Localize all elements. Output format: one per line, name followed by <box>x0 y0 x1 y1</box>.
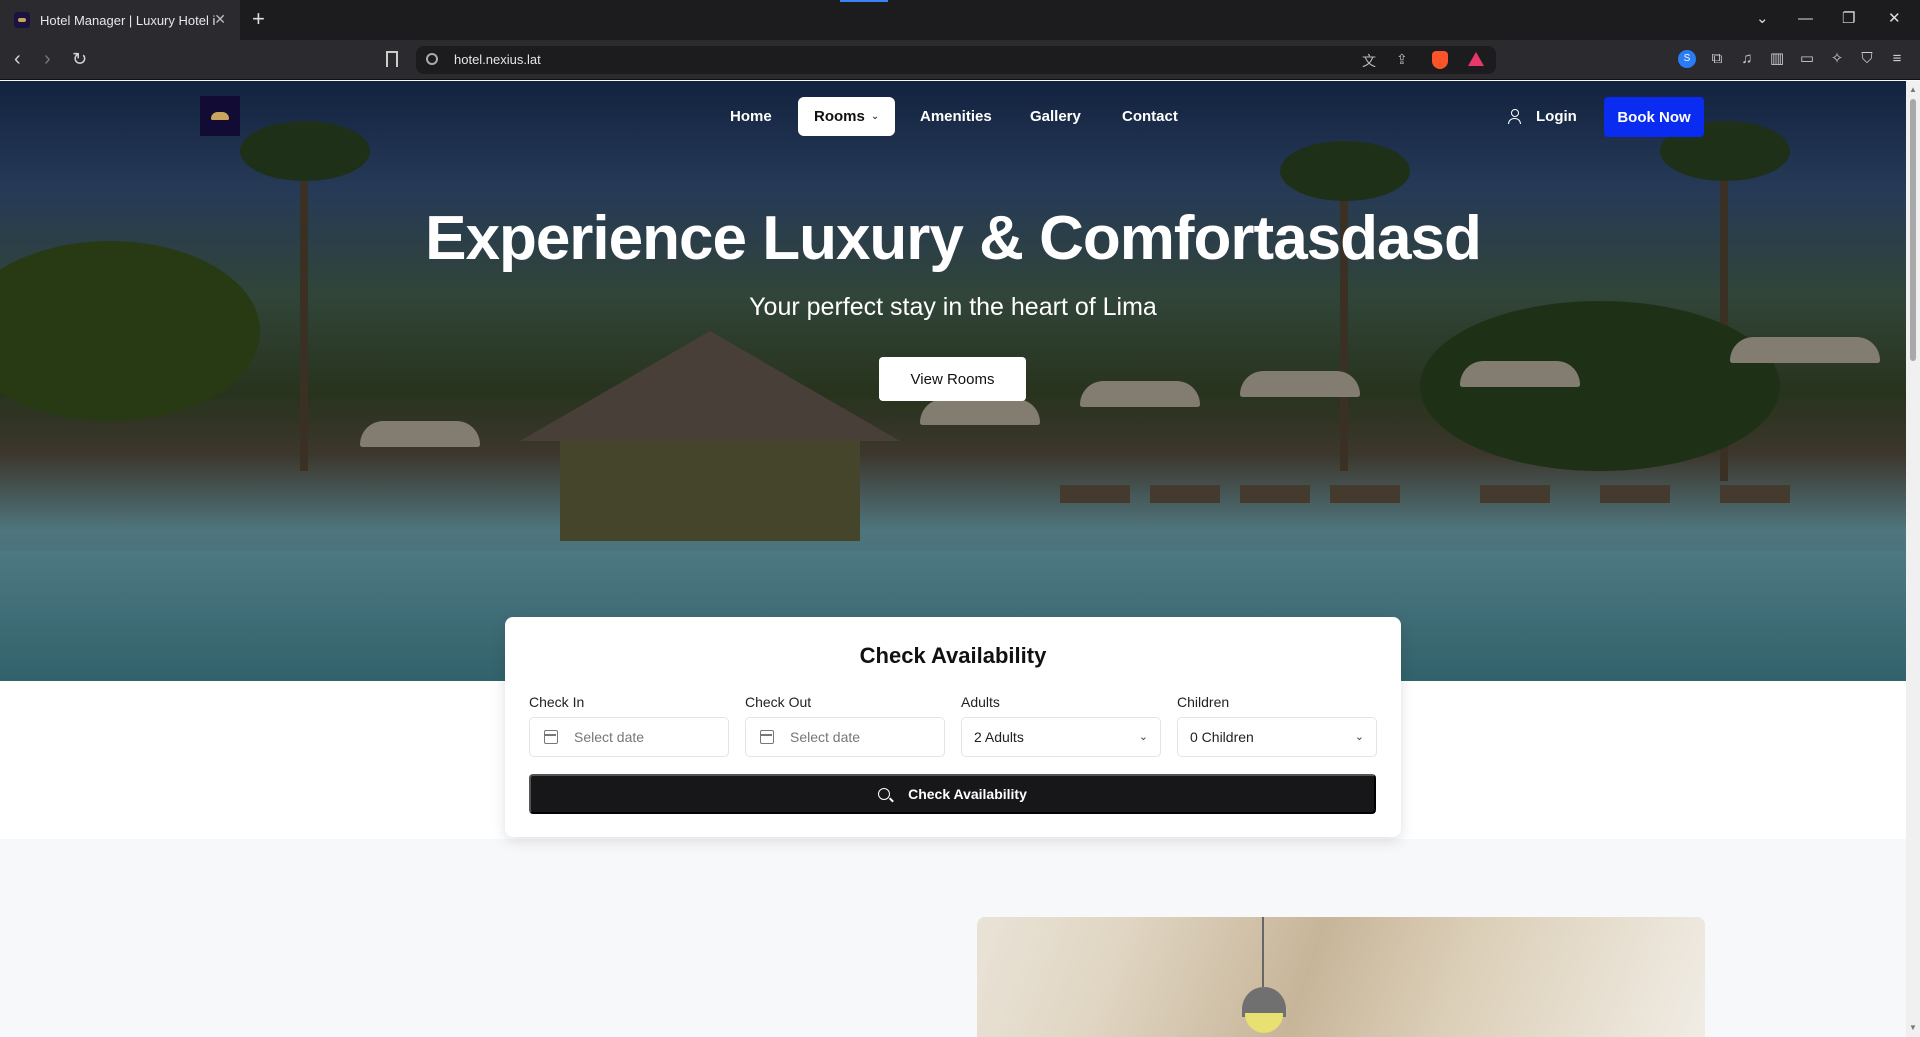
view-rooms-button[interactable]: View Rooms <box>879 357 1026 401</box>
check-availability-button[interactable]: Check Availability <box>529 774 1376 814</box>
nav-rooms-label: Rooms <box>814 108 865 125</box>
adults-select[interactable]: 2 Adults ⌄ <box>961 717 1161 757</box>
nav-contact[interactable]: Contact <box>1106 97 1194 136</box>
sidebar-icon[interactable]: ▥ <box>1768 50 1786 68</box>
crown-logo-icon <box>211 112 229 120</box>
tab-loading-indicator <box>840 0 888 2</box>
media-icon[interactable]: ♫ <box>1738 50 1756 68</box>
extension-blue-icon[interactable]: S <box>1678 50 1696 68</box>
site-navigation: Home Rooms ⌄ Amenities Gallery Contact Lo… <box>0 81 1906 151</box>
chevron-down-icon: ⌄ <box>1138 731 1148 743</box>
login-label: Login <box>1536 108 1577 125</box>
check-in-field[interactable]: Select date <box>529 717 729 757</box>
forward-icon[interactable]: › <box>44 48 51 70</box>
brave-shields-icon[interactable] <box>1432 51 1448 69</box>
children-select[interactable]: 0 Children ⌄ <box>1177 717 1377 757</box>
vpn-icon[interactable]: ⛉ <box>1858 50 1876 68</box>
address-bar[interactable]: hotel.nexius.lat 文 ⇪ <box>416 46 1496 74</box>
translate-icon[interactable]: 文 <box>1362 51 1376 71</box>
scroll-up-icon[interactable]: ▲ <box>1909 85 1917 94</box>
close-window-icon[interactable]: ✕ <box>1888 10 1901 28</box>
book-now-button[interactable]: Book Now <box>1604 97 1704 137</box>
lamp-bulb <box>1245 1013 1283 1033</box>
nav-gallery[interactable]: Gallery <box>1014 97 1097 136</box>
bookmark-icon[interactable] <box>386 51 398 67</box>
minimize-icon[interactable]: — <box>1798 10 1813 28</box>
browser-tab-bar: Hotel Manager | Luxury Hotel in Lima ✕ +… <box>0 0 1920 40</box>
calendar-icon <box>544 730 558 744</box>
share-icon[interactable]: ⇪ <box>1396 51 1408 68</box>
browser-tab[interactable]: Hotel Manager | Luxury Hotel in Lima ✕ <box>0 0 240 40</box>
tab-search-icon[interactable]: ⌄ <box>1756 10 1769 28</box>
check-availability-label: Check Availability <box>908 786 1027 802</box>
url-text: hotel.nexius.lat <box>454 52 541 67</box>
check-out-field[interactable]: Select date <box>745 717 945 757</box>
user-icon <box>1508 109 1522 124</box>
children-value: 0 Children <box>1190 729 1254 745</box>
page-viewport: Home Rooms ⌄ Amenities Gallery Contact Lo… <box>0 81 1906 1037</box>
availability-title: Check Availability <box>859 643 1047 668</box>
tab-close-icon[interactable]: ✕ <box>214 12 226 26</box>
scroll-thumb[interactable] <box>1910 99 1916 361</box>
back-icon[interactable]: ‹ <box>14 48 21 70</box>
nav-amenities[interactable]: Amenities <box>904 97 1008 136</box>
login-link[interactable]: Login <box>1508 97 1577 136</box>
adults-value: 2 Adults <box>974 729 1024 745</box>
restore-icon[interactable]: ❐ <box>1842 10 1855 28</box>
children-label: Children <box>1177 694 1230 710</box>
hero-subtitle: Your perfect stay in the heart of Lima <box>749 293 1157 321</box>
brave-rewards-icon[interactable] <box>1468 52 1484 66</box>
availability-card: Check Availability Check In Select date … <box>505 617 1401 837</box>
hero-section: Home Rooms ⌄ Amenities Gallery Contact Lo… <box>0 81 1906 681</box>
check-out-value: Select date <box>790 729 861 745</box>
check-in-value: Select date <box>574 729 645 745</box>
reload-icon[interactable]: ↻ <box>72 48 87 70</box>
lamp-cord <box>1262 917 1264 987</box>
hero-title: Experience Luxury & Comfortasdasd <box>425 204 1482 273</box>
check-in-label: Check In <box>529 694 585 710</box>
nav-home[interactable]: Home <box>714 97 788 136</box>
menu-icon[interactable]: ≡ <box>1888 50 1906 68</box>
hotel-logo[interactable] <box>200 96 240 136</box>
nav-rooms[interactable]: Rooms ⌄ <box>798 97 896 136</box>
tab-title: Hotel Manager | Luxury Hotel in Lima <box>40 12 216 28</box>
site-info-icon[interactable] <box>426 53 438 65</box>
extensions-icon[interactable]: ⧉ <box>1708 50 1726 68</box>
page-scrollbar[interactable]: ▲ ▼ <box>1906 81 1920 1037</box>
featured-room-image <box>977 917 1705 1037</box>
adults-label: Adults <box>961 694 1000 710</box>
search-icon <box>878 788 891 800</box>
site-favicon-icon <box>14 12 30 28</box>
leo-ai-icon[interactable]: ✧ <box>1828 50 1846 68</box>
new-tab-button[interactable]: + <box>252 8 265 30</box>
calendar-icon <box>760 730 774 744</box>
chevron-down-icon: ⌄ <box>1354 731 1364 743</box>
wallet-icon[interactable]: ▭ <box>1798 50 1816 68</box>
chevron-down-icon: ⌄ <box>870 111 880 122</box>
check-out-label: Check Out <box>745 694 812 710</box>
scroll-down-icon[interactable]: ▼ <box>1909 1023 1917 1032</box>
